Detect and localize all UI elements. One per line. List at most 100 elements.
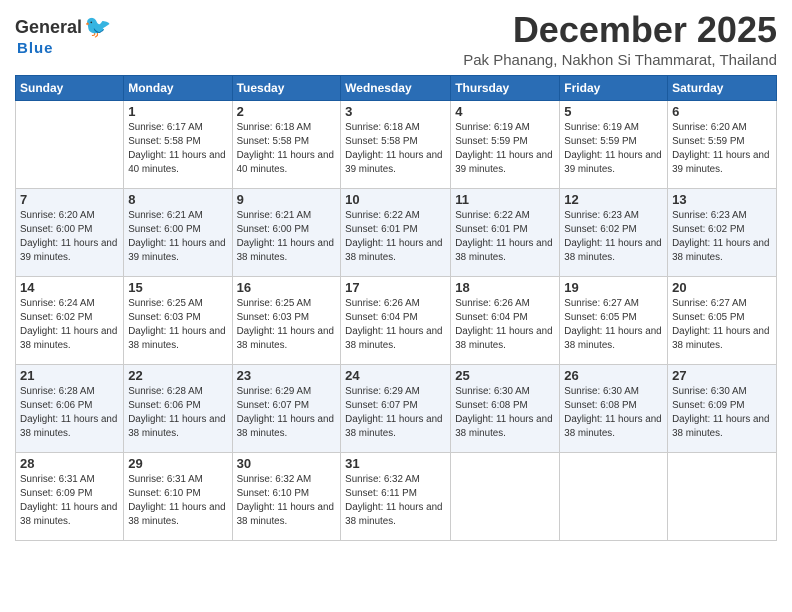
calendar-week-row: 28 Sunrise: 6:31 AMSunset: 6:09 PMDaylig… [16,452,777,540]
calendar-table: SundayMondayTuesdayWednesdayThursdayFrid… [15,75,777,541]
day-info: Sunrise: 6:29 AMSunset: 6:07 PMDaylight:… [345,386,442,440]
day-info: Sunrise: 6:25 AMSunset: 6:03 PMDaylight:… [237,298,334,352]
calendar-header-sunday: Sunday [16,75,124,100]
day-number: 31 [345,456,446,471]
calendar-cell [451,452,560,540]
calendar-cell: 1 Sunrise: 6:17 AMSunset: 5:58 PMDayligh… [124,100,232,188]
calendar-header-thursday: Thursday [451,75,560,100]
day-info: Sunrise: 6:28 AMSunset: 6:06 PMDaylight:… [128,386,225,440]
calendar-cell: 13 Sunrise: 6:23 AMSunset: 6:02 PMDaylig… [668,188,777,276]
day-info: Sunrise: 6:21 AMSunset: 6:00 PMDaylight:… [128,210,225,264]
calendar-cell: 15 Sunrise: 6:25 AMSunset: 6:03 PMDaylig… [124,276,232,364]
day-number: 8 [128,192,227,207]
day-info: Sunrise: 6:22 AMSunset: 6:01 PMDaylight:… [345,210,442,264]
calendar-cell: 30 Sunrise: 6:32 AMSunset: 6:10 PMDaylig… [232,452,341,540]
logo-blue-label: Blue [17,40,54,57]
calendar-week-row: 21 Sunrise: 6:28 AMSunset: 6:06 PMDaylig… [16,364,777,452]
logo-general-text: General [15,17,82,38]
day-info: Sunrise: 6:30 AMSunset: 6:08 PMDaylight:… [564,386,661,440]
day-number: 17 [345,280,446,295]
calendar-header-friday: Friday [560,75,668,100]
calendar-cell: 23 Sunrise: 6:29 AMSunset: 6:07 PMDaylig… [232,364,341,452]
page: General 🐦 Blue December 2025 Pak Phanang… [0,0,792,612]
day-info: Sunrise: 6:19 AMSunset: 5:59 PMDaylight:… [564,122,661,176]
calendar-cell [16,100,124,188]
calendar-cell: 16 Sunrise: 6:25 AMSunset: 6:03 PMDaylig… [232,276,341,364]
day-number: 9 [237,192,337,207]
day-number: 27 [672,368,772,383]
day-info: Sunrise: 6:17 AMSunset: 5:58 PMDaylight:… [128,122,225,176]
calendar-cell: 17 Sunrise: 6:26 AMSunset: 6:04 PMDaylig… [341,276,451,364]
header: General 🐦 Blue December 2025 Pak Phanang… [15,10,777,69]
day-number: 2 [237,104,337,119]
day-info: Sunrise: 6:22 AMSunset: 6:01 PMDaylight:… [455,210,552,264]
day-number: 11 [455,192,555,207]
day-info: Sunrise: 6:27 AMSunset: 6:05 PMDaylight:… [564,298,661,352]
day-info: Sunrise: 6:29 AMSunset: 6:07 PMDaylight:… [237,386,334,440]
day-number: 25 [455,368,555,383]
day-info: Sunrise: 6:18 AMSunset: 5:58 PMDaylight:… [237,122,334,176]
day-number: 18 [455,280,555,295]
calendar-cell: 25 Sunrise: 6:30 AMSunset: 6:08 PMDaylig… [451,364,560,452]
calendar-cell: 9 Sunrise: 6:21 AMSunset: 6:00 PMDayligh… [232,188,341,276]
calendar-cell: 8 Sunrise: 6:21 AMSunset: 6:00 PMDayligh… [124,188,232,276]
day-info: Sunrise: 6:31 AMSunset: 6:10 PMDaylight:… [128,474,225,528]
day-number: 16 [237,280,337,295]
title-block: December 2025 Pak Phanang, Nakhon Si Tha… [463,10,777,69]
day-number: 28 [20,456,119,471]
day-info: Sunrise: 6:26 AMSunset: 6:04 PMDaylight:… [345,298,442,352]
day-number: 24 [345,368,446,383]
day-number: 19 [564,280,663,295]
day-number: 21 [20,368,119,383]
calendar-cell: 2 Sunrise: 6:18 AMSunset: 5:58 PMDayligh… [232,100,341,188]
calendar-cell: 12 Sunrise: 6:23 AMSunset: 6:02 PMDaylig… [560,188,668,276]
logo: General 🐦 Blue [15,10,111,57]
calendar-cell: 7 Sunrise: 6:20 AMSunset: 6:00 PMDayligh… [16,188,124,276]
day-number: 1 [128,104,227,119]
day-info: Sunrise: 6:30 AMSunset: 6:09 PMDaylight:… [672,386,769,440]
calendar-cell: 14 Sunrise: 6:24 AMSunset: 6:02 PMDaylig… [16,276,124,364]
day-number: 15 [128,280,227,295]
calendar-cell: 20 Sunrise: 6:27 AMSunset: 6:05 PMDaylig… [668,276,777,364]
calendar-cell: 21 Sunrise: 6:28 AMSunset: 6:06 PMDaylig… [16,364,124,452]
day-info: Sunrise: 6:25 AMSunset: 6:03 PMDaylight:… [128,298,225,352]
day-info: Sunrise: 6:28 AMSunset: 6:06 PMDaylight:… [20,386,117,440]
calendar-week-row: 7 Sunrise: 6:20 AMSunset: 6:00 PMDayligh… [16,188,777,276]
day-number: 20 [672,280,772,295]
day-number: 13 [672,192,772,207]
calendar-cell: 19 Sunrise: 6:27 AMSunset: 6:05 PMDaylig… [560,276,668,364]
day-number: 29 [128,456,227,471]
calendar-cell: 24 Sunrise: 6:29 AMSunset: 6:07 PMDaylig… [341,364,451,452]
day-info: Sunrise: 6:32 AMSunset: 6:10 PMDaylight:… [237,474,334,528]
location-title: Pak Phanang, Nakhon Si Thammarat, Thaila… [463,52,777,69]
calendar-cell: 3 Sunrise: 6:18 AMSunset: 5:58 PMDayligh… [341,100,451,188]
day-number: 22 [128,368,227,383]
logo-bird-icon: 🐦 [84,14,111,40]
day-info: Sunrise: 6:26 AMSunset: 6:04 PMDaylight:… [455,298,552,352]
day-info: Sunrise: 6:19 AMSunset: 5:59 PMDaylight:… [455,122,552,176]
day-number: 5 [564,104,663,119]
calendar-cell: 26 Sunrise: 6:30 AMSunset: 6:08 PMDaylig… [560,364,668,452]
calendar-cell: 18 Sunrise: 6:26 AMSunset: 6:04 PMDaylig… [451,276,560,364]
calendar-header-tuesday: Tuesday [232,75,341,100]
calendar-cell: 5 Sunrise: 6:19 AMSunset: 5:59 PMDayligh… [560,100,668,188]
day-info: Sunrise: 6:23 AMSunset: 6:02 PMDaylight:… [564,210,661,264]
calendar-header-monday: Monday [124,75,232,100]
calendar-cell: 6 Sunrise: 6:20 AMSunset: 5:59 PMDayligh… [668,100,777,188]
day-info: Sunrise: 6:23 AMSunset: 6:02 PMDaylight:… [672,210,769,264]
calendar-cell [668,452,777,540]
day-info: Sunrise: 6:21 AMSunset: 6:00 PMDaylight:… [237,210,334,264]
calendar-cell: 29 Sunrise: 6:31 AMSunset: 6:10 PMDaylig… [124,452,232,540]
day-number: 6 [672,104,772,119]
calendar-header-saturday: Saturday [668,75,777,100]
day-number: 10 [345,192,446,207]
calendar-week-row: 1 Sunrise: 6:17 AMSunset: 5:58 PMDayligh… [16,100,777,188]
calendar-week-row: 14 Sunrise: 6:24 AMSunset: 6:02 PMDaylig… [16,276,777,364]
day-number: 14 [20,280,119,295]
calendar-cell [560,452,668,540]
calendar-header-row: SundayMondayTuesdayWednesdayThursdayFrid… [16,75,777,100]
day-number: 3 [345,104,446,119]
calendar-cell: 4 Sunrise: 6:19 AMSunset: 5:59 PMDayligh… [451,100,560,188]
day-number: 7 [20,192,119,207]
day-info: Sunrise: 6:20 AMSunset: 6:00 PMDaylight:… [20,210,117,264]
